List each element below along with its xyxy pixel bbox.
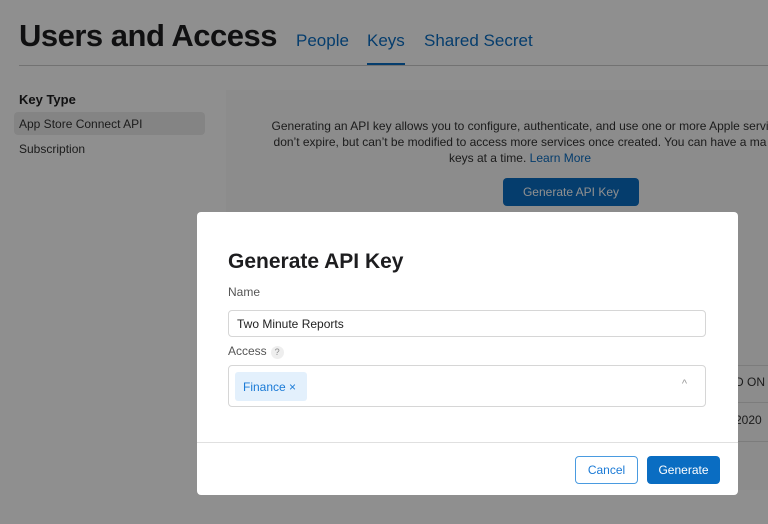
chevron-up-icon[interactable]: ^ xyxy=(682,378,687,390)
access-select[interactable]: Finance × ^ xyxy=(228,365,706,407)
help-icon[interactable]: ? xyxy=(270,346,284,359)
access-label-row: Access? xyxy=(228,344,284,359)
name-input[interactable]: Two Minute Reports xyxy=(228,310,706,337)
name-label: Name xyxy=(228,285,261,299)
dialog-title: Generate API Key xyxy=(228,250,404,273)
generate-api-key-dialog: Generate API Key Name Two Minute Reports… xyxy=(197,212,738,495)
cancel-button[interactable]: Cancel xyxy=(575,456,638,484)
chip-label: Finance xyxy=(243,380,286,394)
generate-button[interactable]: Generate xyxy=(647,456,720,484)
access-label: Access xyxy=(228,344,267,358)
remove-chip-icon[interactable]: × xyxy=(289,380,296,394)
dialog-footer-divider xyxy=(197,442,738,443)
access-chip-finance: Finance × xyxy=(235,372,307,401)
